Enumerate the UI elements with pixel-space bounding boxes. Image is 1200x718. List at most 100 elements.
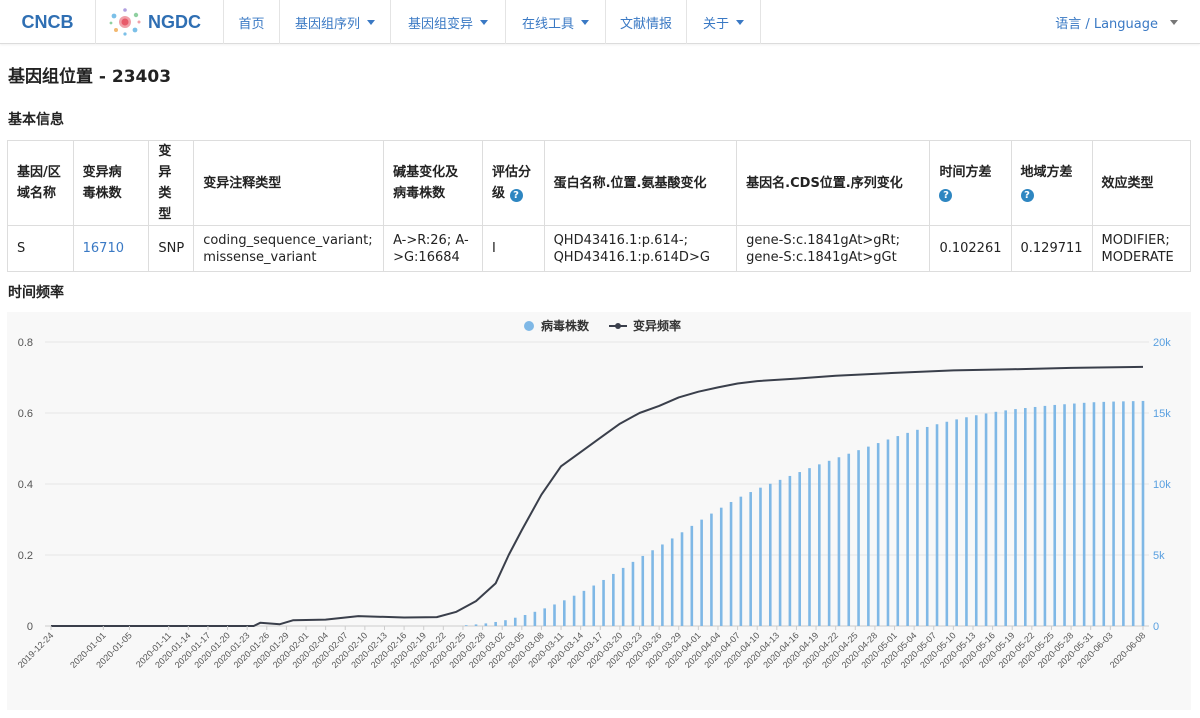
chevron-down-icon: [367, 19, 375, 25]
time-frequency-title: 时间频率: [8, 285, 64, 301]
help-icon[interactable]: ?: [1020, 189, 1034, 202]
bar-mark: [641, 555, 645, 626]
bar-mark: [749, 492, 752, 626]
bar-mark: [661, 544, 664, 626]
strain-count-link[interactable]: 16710: [83, 241, 124, 256]
nav-home[interactable]: 首页: [224, 0, 280, 44]
cell-text: 0.129711: [1020, 241, 1083, 256]
bar-mark: [955, 419, 958, 626]
frequency-line: [51, 365, 1144, 627]
column-header-text: 蛋白名称.位置.氨基酸变化: [553, 175, 707, 191]
column-header: 变异病 毒株数: [72, 140, 150, 226]
column-header-text: 基因名.CDS位置.序列变化: [746, 175, 903, 191]
help-icon[interactable]: ?: [509, 189, 523, 202]
column-header: 变异 类型: [148, 140, 195, 226]
table-cell: SNP: [148, 225, 195, 272]
bar-mark: [1053, 404, 1057, 626]
nav-about[interactable]: 关于: [687, 0, 761, 44]
bar-mark: [592, 585, 596, 626]
bar-mark: [474, 624, 478, 626]
x-tick-label: 2019-12-24: [16, 630, 56, 670]
bar-mark: [857, 450, 860, 626]
column-header-text: 级: [492, 186, 506, 201]
ngdc-brand[interactable]: NGDC: [96, 0, 224, 44]
bar-mark: [553, 604, 556, 626]
column-header: 时间方差?: [929, 140, 1012, 226]
column-header-text: 碱基变化及: [393, 165, 459, 180]
nav-home-label: 首页: [238, 16, 265, 32]
bar-mark: [965, 417, 968, 626]
bar-mark: [1112, 401, 1115, 626]
bar-mark: [513, 617, 517, 626]
cell-text: gene-S:c.1841gAt>gGt: [746, 249, 897, 265]
help-icon[interactable]: ?: [939, 189, 953, 202]
table-cell[interactable]: 16710: [72, 225, 150, 272]
column-header-text: 类型: [158, 186, 172, 222]
bar-mark: [935, 424, 939, 626]
bar-mark: [680, 532, 684, 626]
bar-mark: [847, 453, 851, 626]
cncb-logo[interactable]: CNCB: [0, 0, 96, 44]
y-right-tick-label: 0: [1153, 621, 1159, 633]
bar-mark: [690, 525, 694, 626]
bar-mark: [621, 567, 625, 626]
bar-mark: [916, 429, 919, 626]
bar-mark: [572, 595, 576, 626]
table-cell: 0.102261: [929, 225, 1012, 272]
nav-online-tools[interactable]: 在线工具: [506, 0, 606, 44]
ngdc-logo-icon: [109, 8, 141, 36]
chevron-down-icon: [581, 19, 589, 25]
bar-mark: [719, 507, 723, 626]
column-header-text: 变异注释类型: [203, 175, 282, 191]
table-cell: 0.129711: [1010, 225, 1093, 272]
column-header: 地域方差?: [1010, 140, 1093, 226]
bar-mark: [778, 479, 782, 626]
cell-text: missense_variant: [203, 249, 317, 265]
bar-mark: [651, 550, 654, 626]
column-header: 碱基变化及 病毒株数: [383, 140, 483, 226]
bar-mark: [1033, 406, 1037, 626]
y-right-tick-label: 20k: [1153, 337, 1171, 349]
bar-mark: [945, 421, 949, 626]
column-header-text: 变异: [158, 144, 172, 180]
x-tick-label: 2020-06-08: [1108, 630, 1148, 670]
bar-mark: [1092, 402, 1096, 626]
nav-genome-variation[interactable]: 基因组变异: [391, 0, 506, 44]
nav-about-label: 关于: [702, 16, 729, 32]
nav-genome-sequence-label: 基因组序列: [294, 16, 360, 32]
bar-mark: [631, 561, 635, 626]
basic-info-table: 基因/区 域名称 变异病 毒株数 变异 类型 变异注释类型 碱基变化及 病毒株数 评估分级 ? 蛋白…: [7, 140, 1192, 272]
bar-mark: [876, 443, 880, 626]
bar-mark: [788, 475, 792, 626]
y-left-tick-label: 0.6: [18, 408, 33, 420]
column-header-text: 地域方差: [1020, 165, 1073, 180]
column-header: 评估分级 ?: [482, 140, 545, 226]
nav-genome-variation-label: 基因组变异: [407, 16, 473, 32]
y-right-tick-label: 15k: [1153, 408, 1171, 420]
cell-text: MODERATE: [1101, 249, 1174, 265]
bar-mark: [612, 573, 615, 626]
table-cell: QHD43416.1:p.614-; QHD43416.1:p.614D>G: [543, 225, 738, 272]
table-cell: gene-S:c.1841gAt>gRt; gene-S:c.1841gAt>gG…: [736, 225, 931, 272]
y-left-tick-label: 0.4: [18, 479, 33, 491]
bar-mark: [533, 611, 537, 626]
bar-mark: [808, 468, 811, 626]
bar-mark: [1082, 402, 1086, 626]
table-header-row: 基因/区 域名称 变异病 毒株数 变异 类型 变异注释类型 碱基变化及 病毒株数 评估分级 ? 蛋白…: [7, 140, 1192, 226]
bar-mark: [798, 472, 802, 626]
table-cell: A->R:26; A- >G:16684: [383, 225, 483, 272]
nav-literature[interactable]: 文献情报: [606, 0, 687, 44]
bar-mark: [504, 620, 507, 626]
bar-mark: [523, 614, 527, 626]
legend-line-dot-icon: [615, 323, 621, 329]
cell-text: I: [492, 241, 496, 256]
table-cell: S: [7, 225, 74, 272]
nav-genome-sequence[interactable]: 基因组序列: [280, 0, 391, 44]
bar-mark: [1023, 408, 1027, 626]
bar-mark: [827, 460, 831, 626]
bar-mark: [984, 413, 988, 626]
bar-mark: [1102, 401, 1106, 626]
language-selector[interactable]: 语言 / Language: [1055, 0, 1178, 44]
column-header-text: 时间方差: [939, 165, 992, 180]
cell-text: A->R:26; A-: [393, 232, 469, 248]
